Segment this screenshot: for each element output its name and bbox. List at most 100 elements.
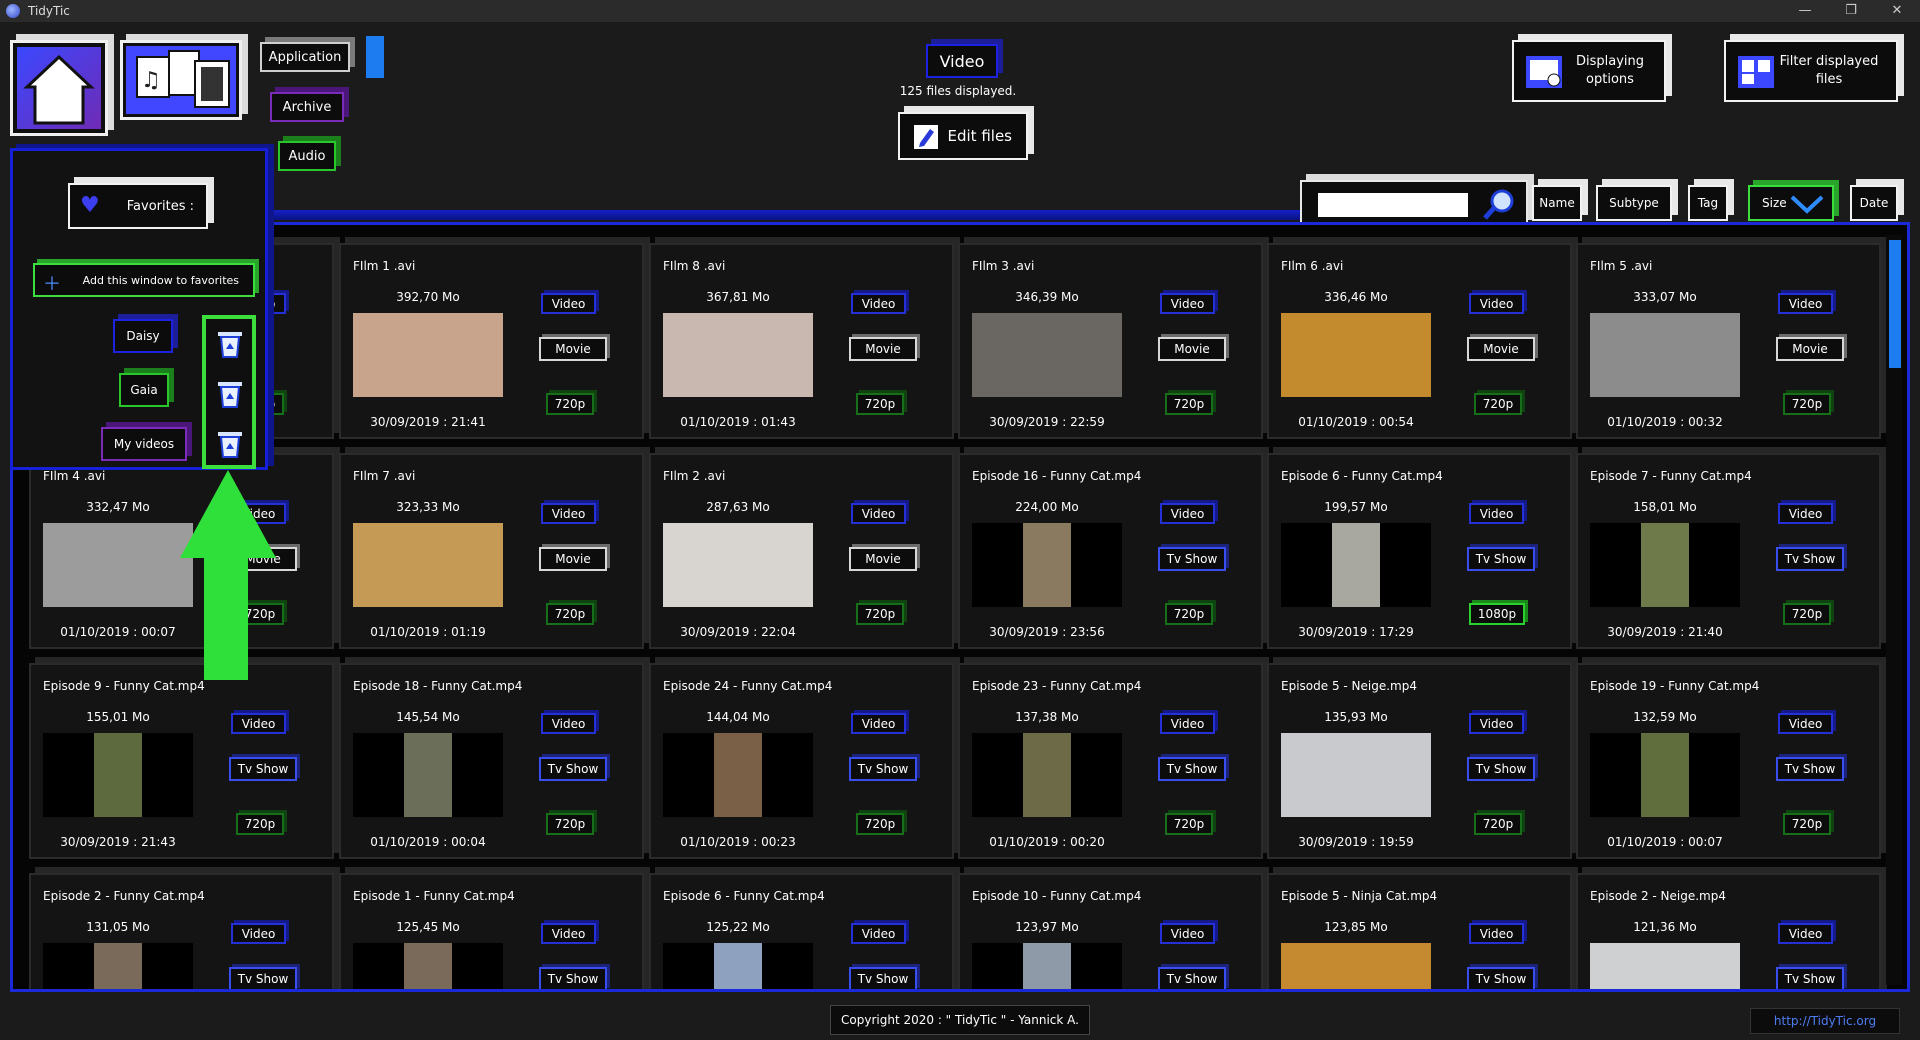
search-input[interactable]: [1318, 193, 1468, 217]
file-subtype-tag[interactable]: Movie: [1158, 337, 1226, 361]
file-resolution-tag[interactable]: 720p: [546, 603, 594, 625]
file-subtype-tag[interactable]: Tv Show: [849, 757, 917, 781]
file-resolution-tag[interactable]: 720p: [1783, 603, 1831, 625]
category-audio[interactable]: Audio: [278, 141, 336, 171]
file-subtype-tag[interactable]: Tv Show: [1158, 757, 1226, 781]
file-thumbnail[interactable]: [43, 523, 193, 607]
file-type-tag[interactable]: Video: [1160, 713, 1215, 734]
file-subtype-tag[interactable]: Movie: [539, 337, 607, 361]
file-card[interactable]: Episode 9 - Funny Cat.mp4 155,01 Mo 30/09/…: [29, 663, 334, 859]
sort-subtype-button[interactable]: Subtype: [1596, 185, 1672, 221]
file-type-tag[interactable]: Video: [851, 713, 906, 734]
file-subtype-tag[interactable]: Tv Show: [849, 967, 917, 989]
file-type-tag[interactable]: Video: [231, 713, 286, 734]
file-type-tag[interactable]: Video: [1469, 713, 1524, 734]
sort-date-button[interactable]: Date: [1850, 185, 1898, 221]
file-resolution-tag[interactable]: 720p: [1165, 603, 1213, 625]
file-type-tag[interactable]: Video: [1469, 293, 1524, 314]
filter-files-button[interactable]: Filter displayed files: [1724, 40, 1898, 102]
file-card[interactable]: Episode 6 - Funny Cat.mp4 125,22 Mo Video T…: [649, 873, 954, 989]
file-thumbnail[interactable]: [972, 943, 1122, 989]
file-thumbnail[interactable]: [353, 523, 503, 607]
file-type-tag[interactable]: Video: [541, 713, 596, 734]
file-thumbnail[interactable]: [663, 943, 813, 989]
file-card[interactable]: FIlm 6 .avi 336,46 Mo 01/10/2019 : 00:54 Vi…: [1267, 243, 1572, 439]
file-card[interactable]: Episode 6 - Funny Cat.mp4 199,57 Mo 30/09/…: [1267, 453, 1572, 649]
file-type-tag[interactable]: Video: [1160, 923, 1215, 944]
file-resolution-tag[interactable]: 1080p: [1469, 603, 1525, 625]
scrollbar-thumb[interactable]: [1889, 240, 1901, 368]
file-thumbnail[interactable]: [1590, 523, 1740, 607]
file-subtype-tag[interactable]: Tv Show: [1467, 547, 1535, 571]
file-card[interactable]: FIlm 3 .avi 346,39 Mo 30/09/2019 : 22:59 Vi…: [958, 243, 1263, 439]
file-thumbnail[interactable]: [972, 733, 1122, 817]
sort-name-button[interactable]: Name: [1532, 185, 1582, 221]
file-card[interactable]: FIlm 1 .avi 392,70 Mo 30/09/2019 : 21:41 Vi…: [339, 243, 644, 439]
file-thumbnail[interactable]: [663, 313, 813, 397]
file-resolution-tag[interactable]: 720p: [236, 813, 284, 835]
file-card[interactable]: FIlm 8 .avi 367,81 Mo 01/10/2019 : 01:43 Vi…: [649, 243, 954, 439]
website-link[interactable]: http://TidyTic.org: [1750, 1008, 1900, 1034]
file-thumbnail[interactable]: [353, 943, 503, 989]
file-type-tag[interactable]: Video: [851, 293, 906, 314]
file-subtype-tag[interactable]: Tv Show: [1776, 757, 1844, 781]
file-type-tag[interactable]: Video: [1778, 713, 1833, 734]
file-type-tag[interactable]: Video: [851, 503, 906, 524]
file-type-tag[interactable]: Video: [1160, 293, 1215, 314]
file-subtype-tag[interactable]: Movie: [849, 547, 917, 571]
file-subtype-tag[interactable]: Movie: [1467, 337, 1535, 361]
file-subtype-tag[interactable]: Tv Show: [539, 967, 607, 989]
favorite-item-daisy[interactable]: Daisy: [113, 319, 173, 353]
file-card[interactable]: FIlm 2 .avi 287,63 Mo 30/09/2019 : 22:04 Vi…: [649, 453, 954, 649]
file-thumbnail[interactable]: [1590, 733, 1740, 817]
file-card[interactable]: Episode 5 - Neige.mp4 135,93 Mo 30/09/2019…: [1267, 663, 1572, 859]
file-subtype-tag[interactable]: Tv Show: [1467, 757, 1535, 781]
file-subtype-tag[interactable]: Movie: [1776, 337, 1844, 361]
file-subtype-tag[interactable]: Tv Show: [1776, 547, 1844, 571]
home-button[interactable]: [10, 40, 108, 136]
file-subtype-tag[interactable]: Tv Show: [229, 967, 297, 989]
file-subtype-tag[interactable]: Tv Show: [229, 757, 297, 781]
file-resolution-tag[interactable]: 720p: [1783, 813, 1831, 835]
file-type-tag[interactable]: Video: [851, 923, 906, 944]
file-subtype-tag[interactable]: Movie: [539, 547, 607, 571]
file-thumbnail[interactable]: [663, 523, 813, 607]
file-resolution-tag[interactable]: 720p: [1165, 813, 1213, 835]
file-card[interactable]: Episode 1 - Funny Cat.mp4 125,45 Mo Video T…: [339, 873, 644, 989]
favorites-header[interactable]: ♥ Favorites :: [68, 183, 208, 229]
sort-size-button[interactable]: Size: [1748, 185, 1834, 221]
file-card[interactable]: Episode 19 - Funny Cat.mp4 132,59 Mo 01/10…: [1576, 663, 1881, 859]
file-thumbnail[interactable]: [43, 733, 193, 817]
file-card[interactable]: Episode 5 - Ninja Cat.mp4 123,85 Mo Video T…: [1267, 873, 1572, 989]
file-subtype-tag[interactable]: Movie: [849, 337, 917, 361]
file-thumbnail[interactable]: [972, 313, 1122, 397]
file-subtype-tag[interactable]: Tv Show: [1776, 967, 1844, 989]
file-thumbnail[interactable]: [1281, 313, 1431, 397]
file-subtype-tag[interactable]: Tv Show: [1158, 967, 1226, 989]
file-card[interactable]: Episode 10 - Funny Cat.mp4 123,97 Mo Video…: [958, 873, 1263, 989]
file-type-tag[interactable]: Video: [231, 923, 286, 944]
category-application[interactable]: Application: [260, 42, 350, 72]
file-resolution-tag[interactable]: 720p: [856, 393, 904, 415]
sort-tag-button[interactable]: Tag: [1688, 185, 1728, 221]
file-card[interactable]: Episode 2 - Funny Cat.mp4 131,05 Mo Video T…: [29, 873, 334, 989]
file-thumbnail[interactable]: [1590, 313, 1740, 397]
close-button[interactable]: ✕: [1874, 0, 1920, 22]
favorite-item-gaia[interactable]: Gaia: [119, 373, 169, 407]
file-thumbnail[interactable]: [1281, 733, 1431, 817]
restore-button[interactable]: ❐: [1828, 0, 1874, 22]
trash-icon[interactable]: [216, 329, 244, 359]
file-card[interactable]: FIlm 5 .avi 333,07 Mo 01/10/2019 : 00:32 Vi…: [1576, 243, 1881, 439]
file-type-tag[interactable]: Video: [1160, 503, 1215, 524]
file-thumbnail[interactable]: [353, 313, 503, 397]
file-card[interactable]: Episode 18 - Funny Cat.mp4 145,54 Mo 01/10…: [339, 663, 644, 859]
media-type-button[interactable]: ♫: [120, 40, 242, 120]
edit-files-button[interactable]: Edit files: [898, 112, 1028, 160]
file-thumbnail[interactable]: [1281, 943, 1431, 989]
file-subtype-tag[interactable]: Tv Show: [1467, 967, 1535, 989]
favorite-item-my-videos[interactable]: My videos: [101, 427, 187, 461]
file-subtype-tag[interactable]: Tv Show: [539, 757, 607, 781]
displaying-options-button[interactable]: Displaying options: [1512, 40, 1666, 102]
file-resolution-tag[interactable]: 720p: [546, 393, 594, 415]
file-type-tag[interactable]: Video: [1469, 503, 1524, 524]
